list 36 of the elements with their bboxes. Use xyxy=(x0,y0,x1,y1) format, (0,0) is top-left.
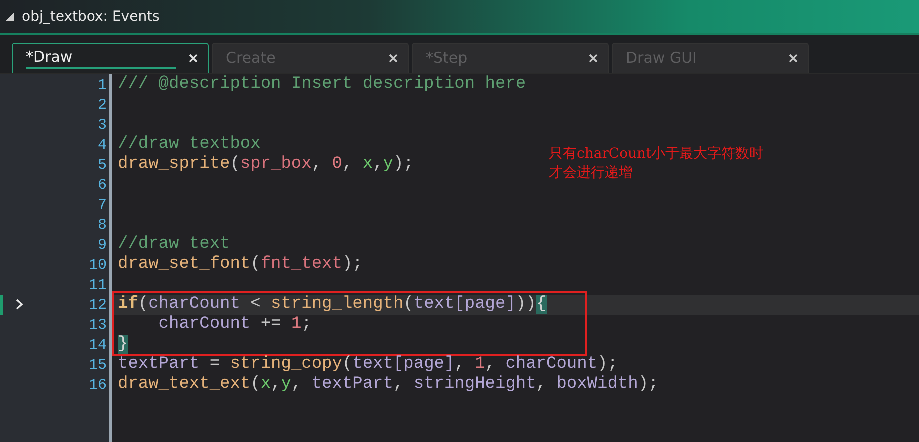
line-number: 12 xyxy=(88,296,107,314)
annotation-text: 才会进行递增 xyxy=(549,164,634,183)
collapse-icon[interactable] xyxy=(6,12,14,20)
line-number: 6 xyxy=(98,176,107,194)
line-number: 4 xyxy=(98,136,107,154)
line-number: 1 xyxy=(98,76,107,94)
line-number: 14 xyxy=(88,336,107,354)
line-number: 9 xyxy=(98,236,107,254)
line-number: 2 xyxy=(98,96,107,114)
code-line: //draw text xyxy=(118,235,230,255)
current-line-icon xyxy=(16,299,24,310)
code-line: draw_sprite(spr_box, 0, x,y); xyxy=(118,155,414,175)
close-icon[interactable] xyxy=(589,54,598,63)
line-number: 3 xyxy=(98,116,107,134)
close-icon[interactable] xyxy=(789,54,798,63)
code-line: if(charCount < string_length(text[page])){ xyxy=(118,295,547,315)
line-number: 8 xyxy=(98,216,107,234)
code-line: /// @description Insert description here xyxy=(118,75,526,95)
close-icon[interactable] xyxy=(189,54,198,63)
line-number: 5 xyxy=(98,156,107,174)
line-number: 10 xyxy=(88,256,107,274)
code-line: //draw textbox xyxy=(118,135,261,155)
line-number: 11 xyxy=(88,276,107,294)
line-number: 15 xyxy=(88,356,107,374)
window-title: obj_textbox: Events xyxy=(22,8,160,24)
code-editor[interactable] xyxy=(0,73,919,442)
code-line: charCount += 1; xyxy=(158,315,312,335)
line-number: 13 xyxy=(88,316,107,334)
line-number: 7 xyxy=(98,196,107,214)
code-line: draw_set_font(fnt_text); xyxy=(118,255,363,275)
close-icon[interactable] xyxy=(389,54,398,63)
annotation-text: 只有charCount小于最大字符数时 xyxy=(549,145,764,164)
line-number: 16 xyxy=(88,376,107,394)
code-line: draw_text_ext(x,y, textPart, stringHeight, boxWidth); xyxy=(118,375,659,395)
tab[interactable]: *Draw xyxy=(12,43,209,73)
code-line: textPart = string_copy(text[page], 1, charCount); xyxy=(118,355,618,375)
